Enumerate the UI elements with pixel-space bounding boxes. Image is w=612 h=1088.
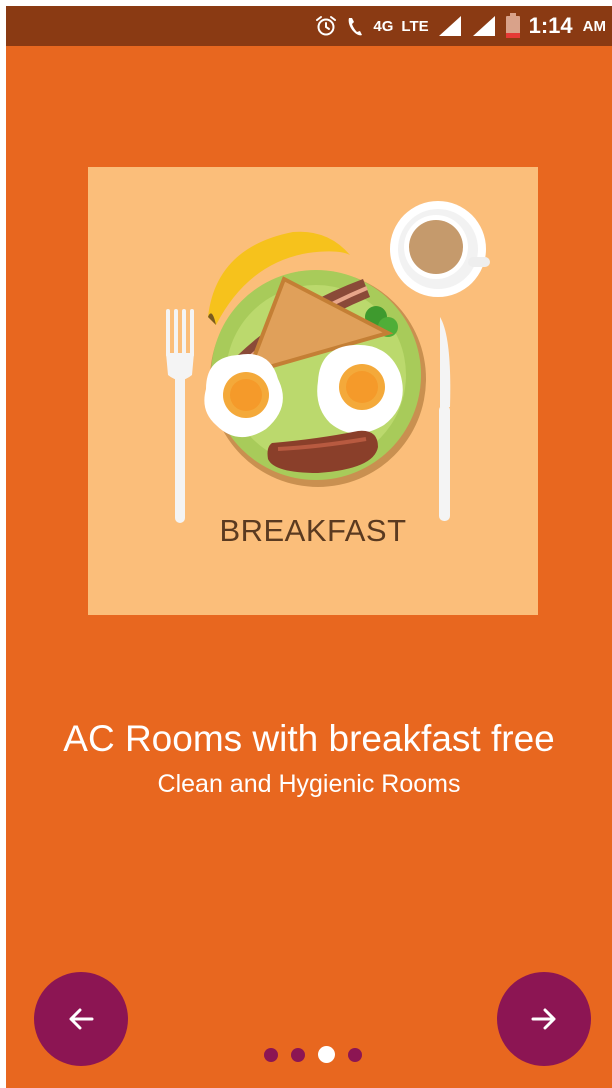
status-ampm: AM bbox=[582, 17, 606, 35]
battery-icon bbox=[505, 13, 521, 39]
alarm-icon bbox=[315, 15, 337, 37]
page-dot-active[interactable] bbox=[318, 1046, 335, 1063]
signal-icon bbox=[437, 14, 463, 38]
arrow-right-icon bbox=[531, 1008, 556, 1030]
wifi-calling-icon bbox=[345, 15, 365, 37]
page-dot[interactable] bbox=[348, 1047, 362, 1062]
page-dot[interactable] bbox=[264, 1047, 278, 1062]
illustration-label: BREAKFAST bbox=[219, 513, 407, 548]
next-button[interactable] bbox=[497, 972, 591, 1066]
breakfast-illustration: BREAKFAST bbox=[88, 167, 538, 615]
status-time: 1:14 bbox=[528, 13, 573, 38]
network-lte: LTE bbox=[401, 17, 429, 35]
slide-subtitle: Clean and Hygienic Rooms bbox=[157, 770, 461, 798]
arrow-left-icon bbox=[69, 1008, 94, 1030]
page-dot[interactable] bbox=[291, 1047, 305, 1062]
network-4g: 4G bbox=[373, 17, 394, 35]
previous-button[interactable] bbox=[34, 972, 128, 1066]
status-bar: 4G LTE 1:14 AM bbox=[6, 6, 612, 46]
page-indicator bbox=[264, 1046, 362, 1063]
slide-title: AC Rooms with breakfast free bbox=[63, 718, 555, 759]
signal-icon bbox=[471, 14, 497, 38]
status-icons: 4G LTE 1:14 AM bbox=[315, 6, 606, 46]
onboarding-screen: 4G LTE 1:14 AM BREAKFAST AC Rooms with b… bbox=[6, 6, 612, 1088]
